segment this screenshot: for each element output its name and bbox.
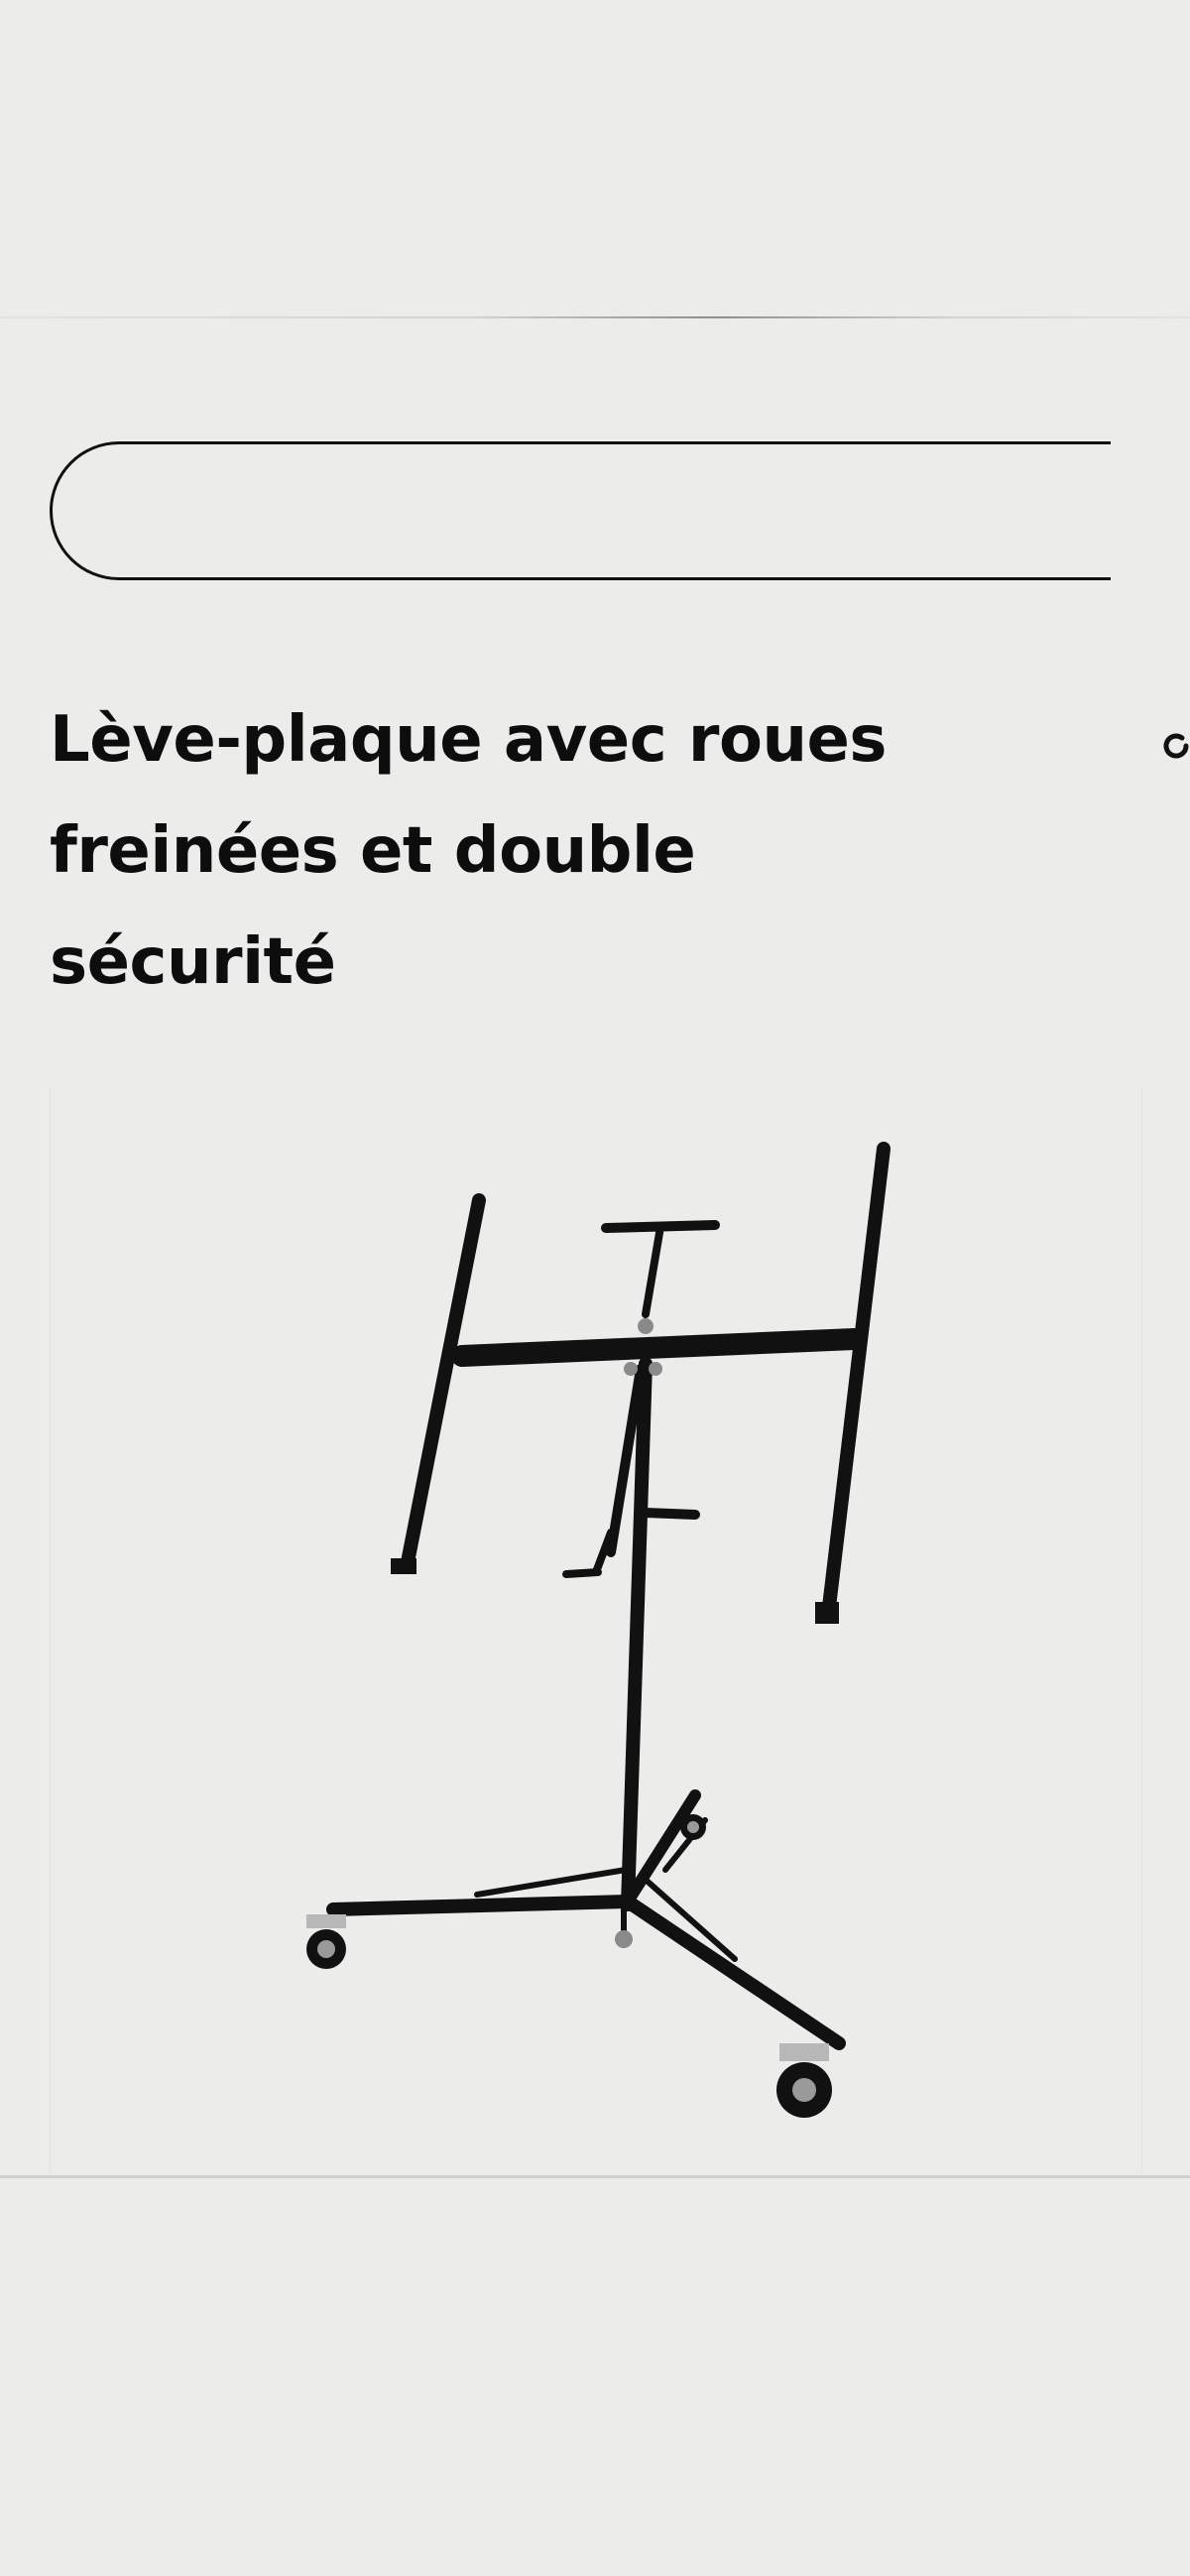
top-banner	[0, 0, 1190, 317]
product-image[interactable]	[50, 1086, 1142, 2172]
drywall-lift-illustration	[306, 1142, 891, 2118]
search-box[interactable]	[50, 441, 1111, 580]
footer-area	[0, 2178, 1190, 2576]
header-divider	[0, 316, 1190, 318]
loading-spinner-icon	[1163, 733, 1189, 759]
search-input[interactable]	[112, 474, 1009, 550]
product-title: Lève-plaque avec roues freinées et doubl…	[50, 703, 888, 999]
